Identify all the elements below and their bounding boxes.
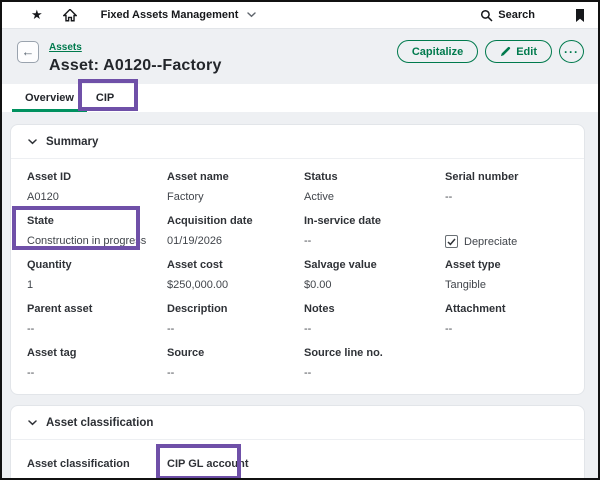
app-switcher[interactable]: Fixed Assets Management [101, 9, 257, 21]
field-label: Asset tag [27, 347, 167, 360]
field-asset-name: Asset name Factory [167, 171, 304, 204]
tab-overview[interactable]: Overview [12, 84, 87, 112]
app-name: Fixed Assets Management [101, 9, 239, 21]
field-value: Tangible [445, 279, 568, 292]
field-value: Factory [167, 191, 304, 204]
tab-cip-label: CIP [96, 92, 114, 104]
collapse-chevron-icon[interactable] [28, 139, 37, 145]
home-icon[interactable] [63, 9, 77, 22]
field-cip-gl-account: CIP GL account 1502--Buildings [167, 458, 304, 480]
field-label: Source line no. [304, 347, 445, 360]
topbar: ★ Fixed Assets Management Search [2, 2, 598, 29]
field-value: $0.00 [304, 279, 445, 292]
back-button[interactable]: ← [17, 41, 39, 63]
field-label: Notes [304, 303, 445, 316]
field-label: Attachment [445, 303, 568, 316]
tab-overview-label: Overview [25, 92, 74, 104]
capitalize-button[interactable]: Capitalize [397, 40, 478, 63]
field-asset-id: Asset ID A0120 [27, 171, 167, 204]
field-label: Acquisition date [167, 215, 304, 228]
field-label: Asset type [445, 259, 568, 272]
chevron-down-icon [247, 12, 256, 18]
classification-title: Asset classification [46, 417, 153, 429]
depreciate-checkbox[interactable] [445, 235, 458, 248]
field-label: Status [304, 171, 445, 184]
field-value: -- [445, 323, 568, 336]
field-value: 1 [27, 279, 167, 292]
field-asset-tag: Asset tag -- [27, 347, 167, 380]
summary-card: Summary Asset ID A0120 Asset name Factor… [10, 124, 585, 395]
field-quantity: Quantity 1 [27, 259, 167, 292]
field-label: Quantity [27, 259, 167, 272]
field-asset-cost: Asset cost $250,000.00 [167, 259, 304, 292]
more-actions-button[interactable]: ··· [559, 40, 584, 63]
field-label: Asset name [167, 171, 304, 184]
pencil-icon [500, 46, 511, 57]
field-description: Description -- [167, 303, 304, 336]
classification-card-header[interactable]: Asset classification [11, 406, 584, 440]
field-label: Source [167, 347, 304, 360]
field-label: Asset classification [27, 458, 167, 471]
field-depreciate: Depreciate [445, 215, 568, 248]
field-label: Asset ID [27, 171, 167, 184]
classification-card: Asset classification Asset classificatio… [10, 405, 585, 480]
field-state: State Construction in progress [27, 215, 167, 248]
field-value: -- [167, 323, 304, 336]
page-title: Asset: A0120--Factory [49, 57, 222, 75]
classification-fields: Asset classification BU--Buildings CIP G… [11, 440, 584, 480]
summary-title: Summary [46, 136, 98, 148]
field-value: Active [304, 191, 445, 204]
field-value: $250,000.00 [167, 279, 304, 292]
field-parent-asset: Parent asset -- [27, 303, 167, 336]
field-value: Construction in progress [27, 235, 167, 248]
field-status: Status Active [304, 171, 445, 204]
field-serial-number: Serial number -- [445, 171, 568, 204]
field-value: 01/19/2026 [167, 235, 304, 248]
favorites-star-icon[interactable]: ★ [31, 7, 43, 23]
field-attachment: Attachment -- [445, 303, 568, 336]
page-header: ← Assets Asset: A0120--Factory Capitaliz… [2, 29, 598, 75]
field-value: -- [167, 367, 304, 380]
field-value: -- [304, 323, 445, 336]
field-label: CIP GL account [167, 458, 304, 471]
edit-label: Edit [516, 46, 537, 58]
checkmark-icon [447, 238, 456, 246]
app-window: ★ Fixed Assets Management Search ← Asset… [0, 0, 600, 480]
tab-bar: Overview CIP [2, 84, 598, 112]
field-value: -- [304, 367, 445, 380]
field-source-line-no: Source line no. -- [304, 347, 445, 380]
field-salvage-value: Salvage value $0.00 [304, 259, 445, 292]
search-label: Search [498, 9, 535, 21]
collapse-chevron-icon[interactable] [28, 420, 37, 426]
depreciate-label: Depreciate [464, 236, 517, 248]
field-label: Salvage value [304, 259, 445, 272]
breadcrumb-assets-link[interactable]: Assets [49, 42, 82, 53]
field-label: In-service date [304, 215, 445, 228]
field-asset-type: Asset type Tangible [445, 259, 568, 292]
tab-cip[interactable]: CIP [87, 84, 123, 112]
field-asset-classification: Asset classification BU--Buildings [27, 458, 167, 480]
field-source: Source -- [167, 347, 304, 380]
field-label: State [27, 215, 167, 228]
field-label: Parent asset [27, 303, 167, 316]
field-in-service-date: In-service date -- [304, 215, 445, 248]
field-value: -- [304, 235, 445, 248]
field-value: A0120 [27, 191, 167, 204]
field-label: Serial number [445, 171, 568, 184]
summary-fields: Asset ID A0120 Asset name Factory Status… [11, 159, 584, 394]
search-icon [480, 9, 493, 22]
field-notes: Notes -- [304, 303, 445, 336]
field-value: -- [445, 191, 568, 204]
field-value: -- [27, 323, 167, 336]
field-acquisition-date: Acquisition date 01/19/2026 [167, 215, 304, 248]
edit-button[interactable]: Edit [485, 40, 552, 63]
capitalize-label: Capitalize [412, 46, 463, 58]
summary-card-header[interactable]: Summary [11, 125, 584, 159]
field-value: -- [27, 367, 167, 380]
field-label: Asset cost [167, 259, 304, 272]
field-label: Description [167, 303, 304, 316]
search-button[interactable]: Search [480, 9, 535, 22]
bookmark-icon[interactable] [575, 9, 585, 22]
